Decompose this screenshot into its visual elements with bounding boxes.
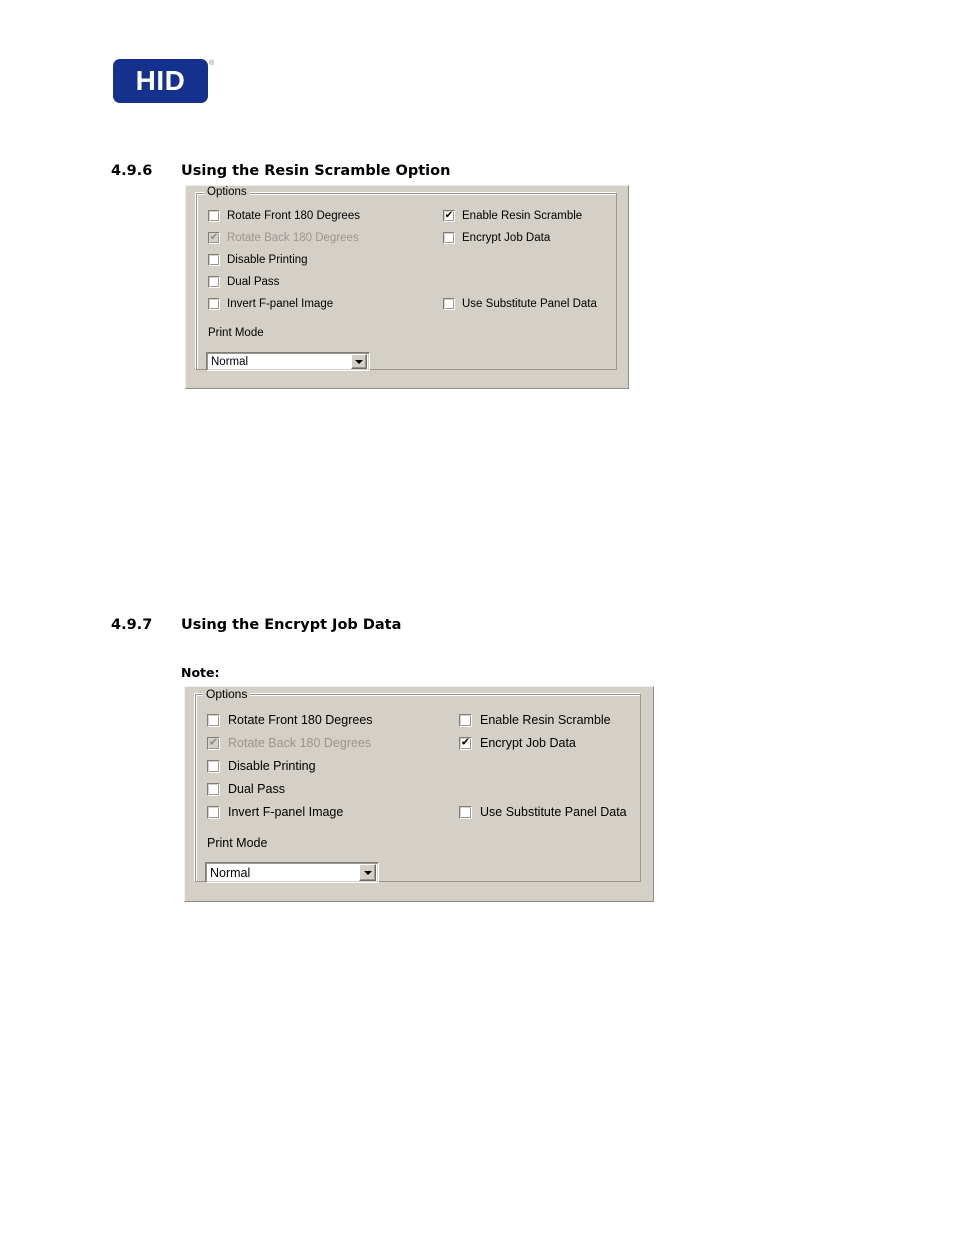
checkmark-icon: ✔ — [209, 231, 219, 243]
checkmark-icon: ✔ — [444, 209, 454, 221]
checkbox-use-substitute-panel-data-1[interactable]: Use Substitute Panel Data — [443, 298, 597, 310]
checkbox-box-icon[interactable]: ✔ — [459, 736, 472, 750]
checkbox-box-icon[interactable] — [207, 805, 220, 819]
checkbox-box-icon[interactable] — [443, 298, 455, 310]
checkbox-disable-printing-1[interactable]: Disable Printing — [208, 254, 308, 266]
print-mode-value-2: Normal — [210, 865, 251, 880]
checkbox-label: Rotate Front 180 Degrees — [228, 713, 373, 727]
checkbox-invert-f-panel-image-2[interactable]: Invert F-panel Image — [207, 805, 343, 819]
checkbox-label: Encrypt Job Data — [462, 232, 551, 244]
checkbox-disable-printing-2[interactable]: Disable Printing — [207, 759, 316, 773]
checkbox-label: Invert F-panel Image — [227, 298, 334, 310]
checkmark-icon: ✔ — [208, 736, 219, 749]
section-title-497: Using the Encrypt Job Data — [181, 617, 402, 633]
options-dialog-1: Options Rotate Front 180 Degrees ✔ Rotat… — [185, 185, 629, 389]
checkbox-enable-resin-scramble-2[interactable]: Enable Resin Scramble — [459, 713, 611, 727]
checkbox-rotate-back-180-degrees-1: ✔ Rotate Back 180 Degrees — [208, 232, 359, 244]
checkbox-box-icon[interactable] — [443, 232, 455, 244]
checkbox-rotate-front-180-degrees-2[interactable]: Rotate Front 180 Degrees — [207, 713, 373, 727]
registered-trademark-icon: ® — [209, 60, 215, 67]
note-label: Note: — [181, 665, 220, 680]
checkbox-box-icon[interactable] — [459, 805, 472, 819]
print-mode-label-2: Print Mode — [207, 836, 268, 850]
checkbox-rotate-back-180-degrees-2: ✔ Rotate Back 180 Degrees — [207, 736, 371, 750]
section-title-496: Using the Resin Scramble Option — [181, 163, 451, 179]
print-mode-dropdown-1[interactable]: Normal — [206, 352, 370, 371]
section-number-496: 4.9.6 — [111, 163, 153, 179]
options-dialog-2: Options Rotate Front 180 Degrees ✔ Rotat… — [184, 686, 654, 902]
hid-logo-text: HID — [135, 65, 186, 96]
checkbox-label: Use Substitute Panel Data — [480, 805, 627, 819]
checkbox-encrypt-job-data-2[interactable]: ✔ Encrypt Job Data — [459, 736, 576, 750]
arrow-down-glyph — [355, 359, 363, 364]
checkbox-label: Use Substitute Panel Data — [462, 298, 597, 310]
checkbox-box-icon[interactable] — [207, 759, 220, 773]
checkbox-dual-pass-1[interactable]: Dual Pass — [208, 276, 279, 288]
chevron-down-icon[interactable] — [351, 354, 367, 369]
chevron-down-icon[interactable] — [359, 864, 376, 881]
checkmark-icon: ✔ — [460, 736, 471, 749]
checkbox-label: Dual Pass — [228, 782, 285, 796]
checkbox-label: Rotate Front 180 Degrees — [227, 210, 360, 222]
checkbox-label: Enable Resin Scramble — [462, 210, 583, 222]
checkbox-label: Enable Resin Scramble — [480, 713, 611, 727]
options-groupbox-legend-2: Options — [203, 687, 251, 701]
checkbox-label: Dual Pass — [227, 276, 280, 288]
checkbox-rotate-front-180-degrees-1[interactable]: Rotate Front 180 Degrees — [208, 210, 360, 222]
checkbox-box-icon[interactable] — [208, 254, 220, 266]
print-mode-label-1: Print Mode — [208, 327, 264, 339]
section-number-497: 4.9.7 — [111, 617, 153, 633]
checkbox-box-icon[interactable] — [459, 713, 472, 727]
checkbox-box-icon[interactable] — [207, 782, 220, 796]
checkbox-label: Encrypt Job Data — [480, 736, 576, 750]
checkbox-box-icon: ✔ — [207, 736, 220, 750]
checkbox-label: Disable Printing — [228, 759, 316, 773]
checkbox-dual-pass-2[interactable]: Dual Pass — [207, 782, 285, 796]
checkbox-encrypt-job-data-1[interactable]: Encrypt Job Data — [443, 232, 550, 244]
print-mode-dropdown-2[interactable]: Normal — [205, 862, 379, 883]
checkbox-label: Rotate Back 180 Degrees — [227, 232, 359, 244]
checkbox-box-icon: ✔ — [208, 232, 220, 244]
checkbox-enable-resin-scramble-1[interactable]: ✔ Enable Resin Scramble — [443, 210, 582, 222]
checkbox-invert-f-panel-image-1[interactable]: Invert F-panel Image — [208, 298, 333, 310]
checkbox-label: Rotate Back 180 Degrees — [228, 736, 372, 750]
arrow-down-glyph — [363, 870, 372, 875]
print-mode-value-1: Normal — [211, 355, 249, 368]
checkbox-box-icon[interactable] — [207, 713, 220, 727]
checkbox-use-substitute-panel-data-2[interactable]: Use Substitute Panel Data — [459, 805, 627, 819]
checkbox-box-icon[interactable] — [208, 276, 220, 288]
checkbox-box-icon[interactable] — [208, 298, 220, 310]
checkbox-box-icon[interactable]: ✔ — [443, 210, 455, 222]
options-groupbox-legend-1: Options — [204, 186, 250, 198]
hid-logo: HID ® — [113, 59, 215, 103]
checkbox-box-icon[interactable] — [208, 210, 220, 222]
checkbox-label: Invert F-panel Image — [228, 805, 344, 819]
checkbox-label: Disable Printing — [227, 254, 308, 266]
